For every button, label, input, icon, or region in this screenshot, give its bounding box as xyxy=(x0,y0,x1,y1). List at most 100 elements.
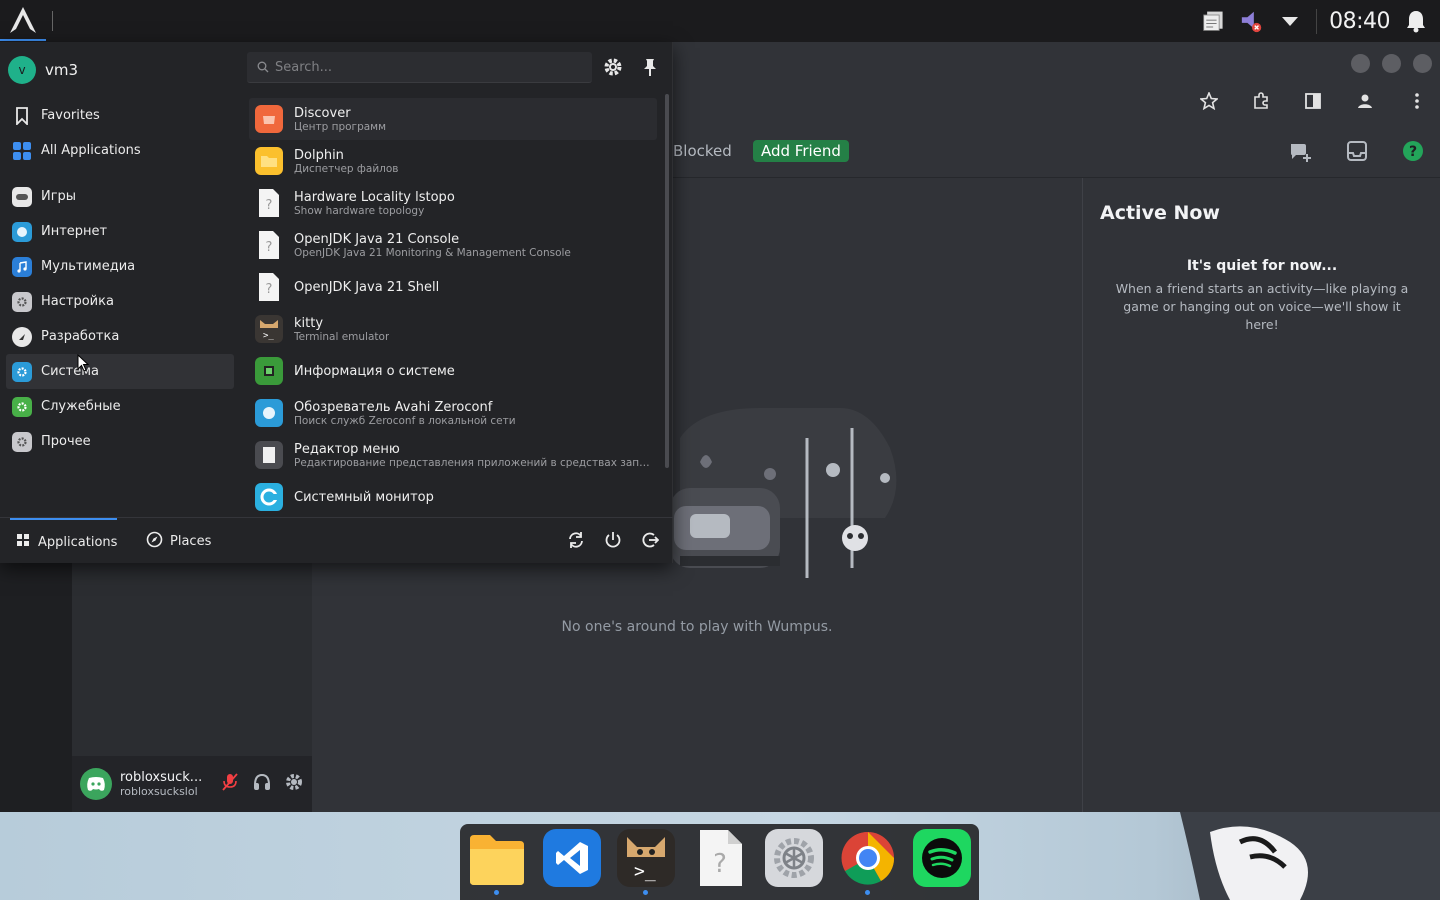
app-name: Информация о системе xyxy=(294,363,455,379)
dock-item-files[interactable] xyxy=(468,829,526,895)
dock-item-spotify[interactable] xyxy=(913,829,971,887)
arch-logo-icon xyxy=(10,7,36,33)
app-name: Обозреватель Avahi Zeroconf xyxy=(294,399,493,415)
category-utilities[interactable]: Служебные xyxy=(6,389,234,424)
all-apps-grid-icon xyxy=(12,141,32,161)
pin-icon[interactable] xyxy=(641,57,659,81)
category-other[interactable]: Прочее xyxy=(6,424,234,459)
avatar[interactable] xyxy=(80,768,112,800)
tab-applications[interactable]: Applications xyxy=(10,518,117,564)
category-favorites[interactable]: Favorites xyxy=(6,98,234,133)
bookmark-icon xyxy=(12,106,32,126)
tab-places[interactable]: Places xyxy=(146,518,211,564)
app-item-dolphin[interactable]: Dolphin Диспетчер файлов xyxy=(249,140,657,182)
search-input[interactable] xyxy=(275,59,575,75)
category-label: Мультимедиа xyxy=(41,259,136,274)
side-panel-icon[interactable] xyxy=(1304,92,1322,110)
app-item-system-monitor[interactable]: Системный монитор xyxy=(249,476,657,518)
menu-settings-icon[interactable] xyxy=(603,57,623,81)
close-button[interactable] xyxy=(1413,54,1432,73)
avatar: v xyxy=(8,56,36,84)
category-label: Прочее xyxy=(41,434,91,449)
app-item-menu-editor[interactable]: Редактор меню Редактирование представлени… xyxy=(249,434,657,476)
app-item-system-info[interactable]: Информация о системе xyxy=(249,350,657,392)
category-internet[interactable]: Интернет xyxy=(6,214,234,249)
system-tray: 08:40 xyxy=(1202,0,1440,42)
tab-blocked[interactable]: Blocked xyxy=(673,142,732,160)
running-indicator xyxy=(865,890,870,895)
application-launcher-button[interactable] xyxy=(0,1,46,41)
user-names[interactable]: robloxsuck... robloxsuckslol xyxy=(120,770,212,798)
grid-icon xyxy=(16,533,30,551)
dock-item-chrome[interactable] xyxy=(839,829,897,895)
other-icon xyxy=(12,431,32,452)
user-panel: robloxsuck... robloxsuckslol xyxy=(72,756,312,812)
muted-volume-icon[interactable] xyxy=(1240,9,1264,33)
app-list: Discover Центр программ Dolphin Диспетчер … xyxy=(249,98,657,518)
notification-bell-icon[interactable] xyxy=(1404,9,1428,33)
help-icon[interactable]: ? xyxy=(1402,140,1424,168)
profile-icon[interactable] xyxy=(1356,92,1374,110)
add-friend-button[interactable]: Add Friend xyxy=(753,140,849,162)
kitty-icon: >_ xyxy=(627,837,665,882)
window-controls xyxy=(1351,54,1432,73)
bookmark-star-icon[interactable] xyxy=(1200,92,1218,110)
restart-icon[interactable] xyxy=(567,531,585,553)
category-label: Система xyxy=(41,364,100,379)
extensions-icon[interactable] xyxy=(1252,92,1270,110)
app-description: Show hardware topology xyxy=(294,204,425,217)
category-settings[interactable]: Настройка xyxy=(6,284,234,319)
category-multimedia[interactable]: Мультимедиа xyxy=(6,249,234,284)
multimedia-icon xyxy=(12,256,32,277)
session-actions xyxy=(567,531,660,553)
app-item-discover[interactable]: Discover Центр программ xyxy=(249,98,657,140)
chevron-down-icon[interactable] xyxy=(1278,9,1302,33)
app-name: OpenJDK Java 21 Console xyxy=(294,231,460,247)
category-label: Разработка xyxy=(41,329,120,344)
settings-icon xyxy=(774,838,814,878)
app-item-java-shell[interactable]: ? OpenJDK Java 21 Shell xyxy=(249,266,657,308)
category-development[interactable]: Разработка xyxy=(6,319,234,354)
user-settings-gear-icon[interactable] xyxy=(284,772,304,796)
inbox-icon[interactable] xyxy=(1346,140,1368,168)
menu-footer: Applications Places xyxy=(0,517,673,563)
app-item-java-console[interactable]: ? OpenJDK Java 21 Console OpenJDK Java 21… xyxy=(249,224,657,266)
vscode-icon xyxy=(556,842,588,874)
category-games[interactable]: Игры xyxy=(6,179,234,214)
compass-icon xyxy=(146,531,163,552)
panel-separator xyxy=(52,11,53,31)
app-list-scrollbar[interactable] xyxy=(665,94,669,468)
app-description: Центр программ xyxy=(294,120,387,133)
active-now-panel: Active Now It's quiet for now... When a … xyxy=(1082,178,1440,812)
clock[interactable]: 08:40 xyxy=(1316,8,1390,34)
system-monitor-icon xyxy=(255,483,283,511)
mic-muted-icon[interactable] xyxy=(220,772,240,796)
category-system[interactable]: Система xyxy=(6,354,234,389)
new-group-dm-icon[interactable] xyxy=(1288,140,1312,168)
dock: >_ ? xyxy=(460,824,979,900)
app-item-lstopo[interactable]: ? Hardware Locality lstopo Show hardware … xyxy=(249,182,657,224)
app-item-kitty[interactable]: >_ kitty Terminal emulator xyxy=(249,308,657,350)
logout-icon[interactable] xyxy=(641,531,660,553)
header-icons: ? xyxy=(1288,140,1424,168)
power-icon[interactable] xyxy=(604,531,622,553)
headphones-icon[interactable] xyxy=(252,772,272,796)
dock-item-kitty[interactable]: >_ xyxy=(617,829,675,895)
more-options-icon[interactable] xyxy=(1408,92,1426,110)
maximize-button[interactable] xyxy=(1382,54,1401,73)
clipboard-icon[interactable] xyxy=(1202,9,1226,33)
quiet-description: When a friend starts an activity—like pl… xyxy=(1115,281,1409,332)
settings-category-icon xyxy=(12,291,32,312)
app-name: OpenJDK Java 21 Shell xyxy=(294,279,440,295)
dock-item-unknown-app[interactable]: ? xyxy=(691,829,749,887)
running-indicator xyxy=(494,890,499,895)
menu-user-info[interactable]: v vm3 xyxy=(8,56,78,84)
dock-item-settings[interactable] xyxy=(765,829,823,887)
minimize-button[interactable] xyxy=(1351,54,1370,73)
app-item-avahi[interactable]: Обозреватель Avahi Zeroconf Поиск служб Z… xyxy=(249,392,657,434)
user-display-name: robloxsuck... xyxy=(120,770,203,785)
menu-username: vm3 xyxy=(45,61,79,79)
category-all-applications[interactable]: All Applications xyxy=(6,133,234,168)
search-box[interactable] xyxy=(247,52,592,83)
dock-item-vscode[interactable] xyxy=(543,829,601,887)
